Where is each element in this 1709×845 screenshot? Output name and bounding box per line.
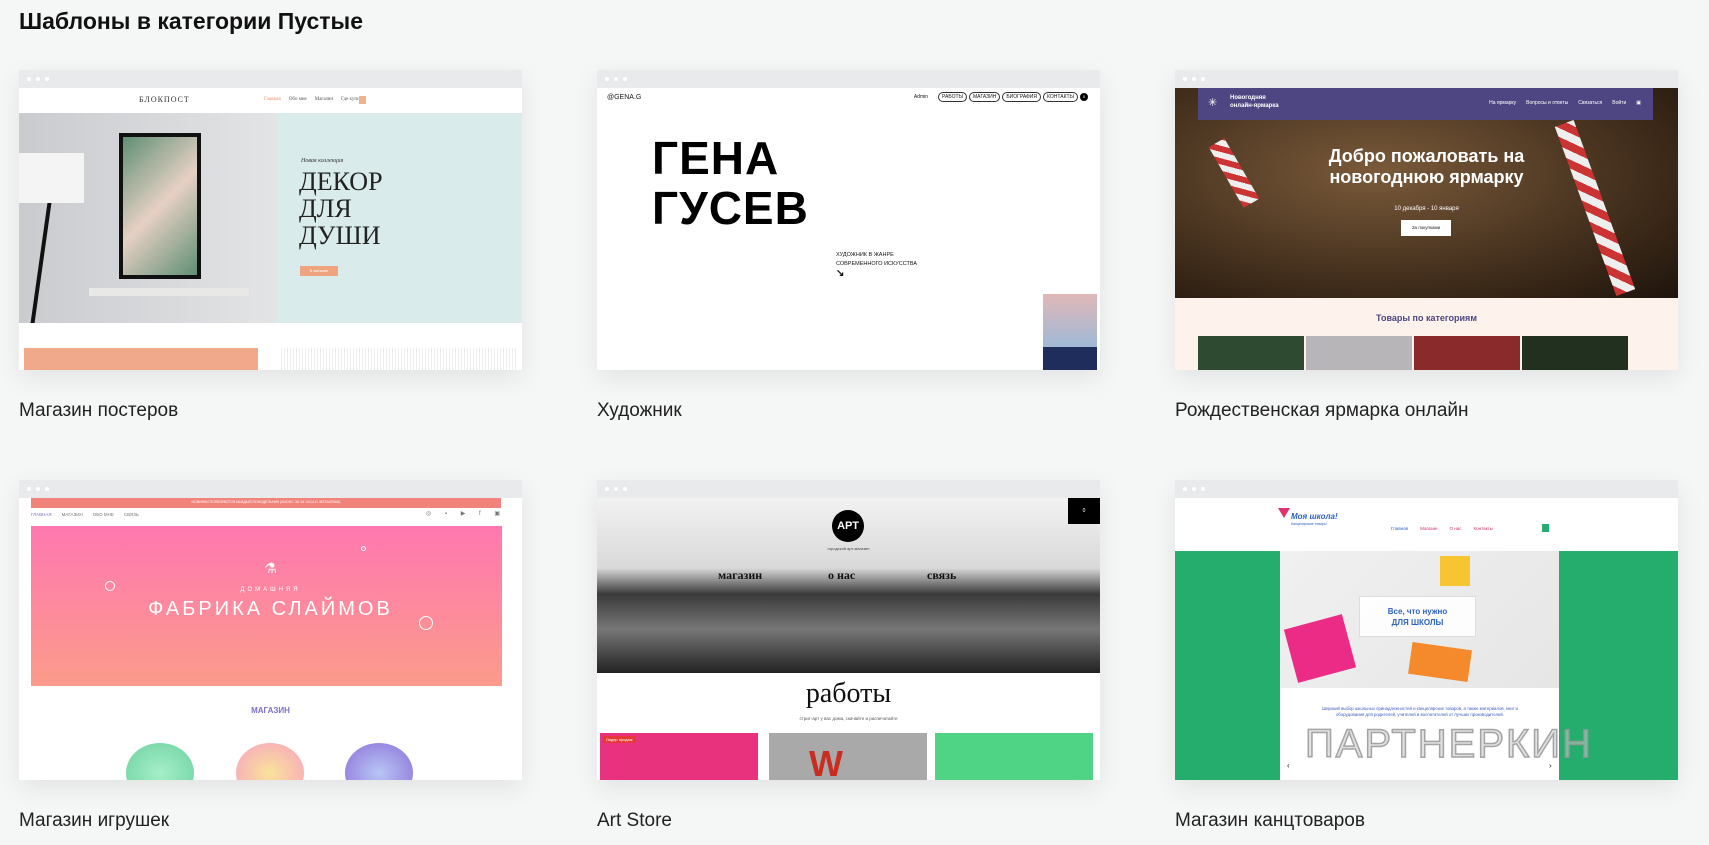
browser-chrome: [597, 480, 1100, 498]
preview-logo: Моя школа!: [1291, 512, 1338, 521]
template-preview: Моя школа! Канцелярские товары Главная Ма…: [1175, 498, 1678, 780]
preview-headline: ДЕКОР ДЛЯ ДУШИ: [299, 167, 383, 250]
preview-nav: ГЛАВНАЯ: [31, 512, 52, 517]
preview-nav: Войти: [1612, 100, 1627, 106]
template-name[interactable]: Рождественская ярмарка онлайн: [1175, 400, 1469, 422]
preview-nav: МАГАЗИН: [968, 92, 1001, 102]
preview-section-subtitle: стрит-арт у вас дома, скачайте и распеча…: [799, 716, 898, 721]
template-name[interactable]: Магазин игрушек: [19, 810, 169, 832]
template-name[interactable]: Art Store: [597, 810, 672, 832]
carousel-prev-icon: ‹: [1287, 761, 1290, 770]
preview-dates: 10 декабря - 10 января: [1394, 206, 1459, 212]
template-preview: БЛОКПОСТ Главная Обо мне Магазин Где купить…: [19, 88, 522, 370]
preview-palm-poster: [1043, 294, 1097, 370]
browser-chrome: [19, 70, 522, 88]
cart-icon: [359, 96, 366, 104]
preview-nav: о нас: [828, 568, 856, 582]
preview-nav: КОНТАКТЫ: [1043, 92, 1078, 102]
preview-logo: @GENA.G: [607, 94, 642, 101]
browser-chrome: [1175, 480, 1678, 498]
preview-nav: Связаться: [1578, 100, 1603, 106]
preview-subtitle: ХУДОЖНИК В ЖАНРЕ СОВРЕМЕННОГО ИСКУССТВА ↘: [836, 252, 918, 279]
preview-logo: БЛОКПОСТ: [139, 95, 190, 104]
preview-nav: Обо мне: [288, 97, 307, 102]
cart-icon: 0: [1068, 498, 1100, 524]
preview-announcement: НОВИНКИ ПОЯВЛЯЮТСЯ КАЖДЫЙ ПОНЕДЕЛЬНИК (А…: [31, 498, 501, 508]
poster-frame: [119, 133, 201, 279]
template-card-stationery-shop[interactable]: Моя школа! Канцелярские товары Главная Ма…: [1175, 480, 1678, 780]
preview-nav: связь: [927, 568, 957, 582]
preview-nav: О нас: [1449, 526, 1462, 531]
browser-chrome: [19, 480, 522, 498]
cart-icon: 0: [1080, 93, 1088, 101]
template-card-artist[interactable]: @GENA.G Admin РАБОТЫ МАГАЗИН БИОГРАФИЯ К…: [597, 70, 1100, 370]
social-icons: ◎ ▪ ▶ f ▣: [426, 511, 506, 517]
preview-headline: ФАБРИКА СЛАЙМОВ: [148, 598, 393, 620]
preview-account: Admin: [913, 94, 929, 100]
carousel-next-icon: ›: [1549, 761, 1552, 770]
preview-button: В магазин: [300, 266, 338, 276]
browser-chrome: [1175, 70, 1678, 88]
preview-description: Широкий выбор школьных принадлежностей и…: [1322, 706, 1518, 717]
preview-section-title: работы: [805, 678, 892, 709]
preview-nav: На ярмарку: [1489, 100, 1517, 106]
preview-nav: Главная: [1391, 526, 1409, 531]
template-preview: @GENA.G Admin РАБОТЫ МАГАЗИН БИОГРАФИЯ К…: [597, 88, 1100, 370]
arrow-down-right-icon: ↘: [836, 268, 845, 279]
triangle-ruler-icon: [1278, 508, 1290, 518]
snowflake-icon: ✳: [1208, 97, 1218, 109]
preview-nav: магазин: [718, 568, 763, 582]
template-card-christmas-fair[interactable]: ✳ Новогодняя онлайн-ярмарка На ярмарку Воп…: [1175, 70, 1678, 370]
preview-nav-bar: ✳ Новогодняя онлайн-ярмарка На ярмарку Воп…: [1198, 88, 1653, 120]
cart-icon: ▣: [1636, 100, 1641, 106]
preview-logo-subtitle: Канцелярские товары: [1291, 522, 1327, 526]
preview-nav: СВЯЗЬ: [123, 512, 139, 517]
browser-chrome: [597, 70, 1100, 88]
flask-icon: ⚗: [264, 560, 277, 576]
template-card-poster-shop[interactable]: БЛОКПОСТ Главная Обо мне Магазин Где купить…: [19, 70, 522, 370]
preview-nav: Магазин: [314, 97, 334, 102]
preview-badge: Лидер продаж: [603, 736, 636, 743]
preview-headline: Добро пожаловать на новогоднюю ярмарку: [1328, 146, 1525, 187]
preview-nav: ОБО МНЕ: [92, 512, 114, 517]
preview-subtitle: Новая коллекция: [301, 158, 344, 164]
template-preview: ✳ Новогодняя онлайн-ярмарка На ярмарку Воп…: [1175, 88, 1678, 370]
template-card-toy-shop[interactable]: НОВИНКИ ПОЯВЛЯЮТСЯ КАЖДЫЙ ПОНЕДЕЛЬНИК (А…: [19, 480, 522, 780]
preview-nav: Контакты: [1473, 526, 1493, 531]
preview-headline: Все, что нужно ДЛЯ ШКОЛЫ: [1359, 596, 1476, 637]
template-name[interactable]: Магазин канцтоваров: [1175, 810, 1365, 832]
preview-nav: МАГАЗИН: [61, 512, 83, 517]
page-title: Шаблоны в категории Пустые: [19, 8, 363, 34]
preview-kicker: ДОМАШНЯЯ: [240, 587, 301, 593]
template-card-art-store[interactable]: АРТ 0 городской арт-магазин магазин о на…: [597, 480, 1100, 780]
preview-header: [1175, 498, 1678, 551]
preview-tagline: городской арт-магазин: [827, 546, 870, 551]
cart-icon: [1542, 524, 1549, 532]
preview-logo: АРТ: [832, 510, 864, 542]
preview-nav: Главная: [264, 97, 281, 102]
template-preview: АРТ 0 городской арт-магазин магазин о на…: [597, 498, 1100, 780]
preview-button: За покупками: [1401, 220, 1451, 236]
preview-section-title: Товары по категориям: [1376, 313, 1477, 323]
preview-section-title: МАГАЗИН: [251, 706, 290, 715]
template-name[interactable]: Магазин постеров: [19, 400, 178, 422]
preview-image-lamp: [19, 113, 277, 323]
template-name[interactable]: Художник: [597, 400, 682, 422]
template-preview: НОВИНКИ ПОЯВЛЯЮТСЯ КАЖДЫЙ ПОНЕДЕЛЬНИК (А…: [19, 498, 522, 780]
preview-nav: РАБОТЫ: [938, 92, 967, 102]
preview-nav: БИОГРАФИЯ: [1002, 92, 1042, 102]
preview-headline: ГЕНА ГУСЕВ: [652, 132, 809, 234]
preview-nav: Магазин: [1420, 526, 1438, 531]
preview-nav: Вопросы и ответы: [1526, 100, 1569, 106]
preview-banner: [24, 348, 258, 370]
